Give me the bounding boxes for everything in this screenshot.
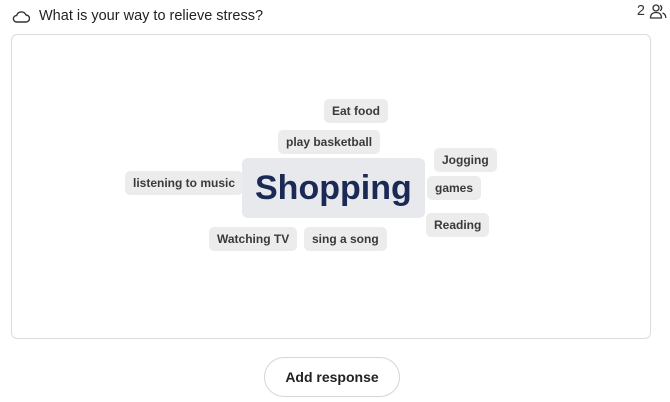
participants-indicator: 2 [637,2,667,20]
word-chip: sing a song [304,227,387,251]
poll-page: What is your way to relieve stress? 2 Ea… [0,0,670,402]
question-text: What is your way to relieve stress? [39,8,264,24]
add-response-button[interactable]: Add response [264,357,400,397]
question-header: What is your way to relieve stress? [12,4,654,28]
word-chip: listening to music [125,171,244,195]
word-chip: play basketball [278,130,381,154]
word-chip: games [427,176,482,200]
word-chip: Watching TV [209,227,298,251]
word-chip: Jogging [434,148,497,172]
word-cloud: Eat food play basketball Jogging listeni… [11,34,651,339]
word-chip: Reading [426,213,490,237]
users-icon [649,2,667,20]
word-chip: Eat food [324,99,388,123]
participants-count: 2 [636,3,645,19]
word-chip-top: Shopping [242,158,425,218]
cloud-icon [12,9,30,23]
